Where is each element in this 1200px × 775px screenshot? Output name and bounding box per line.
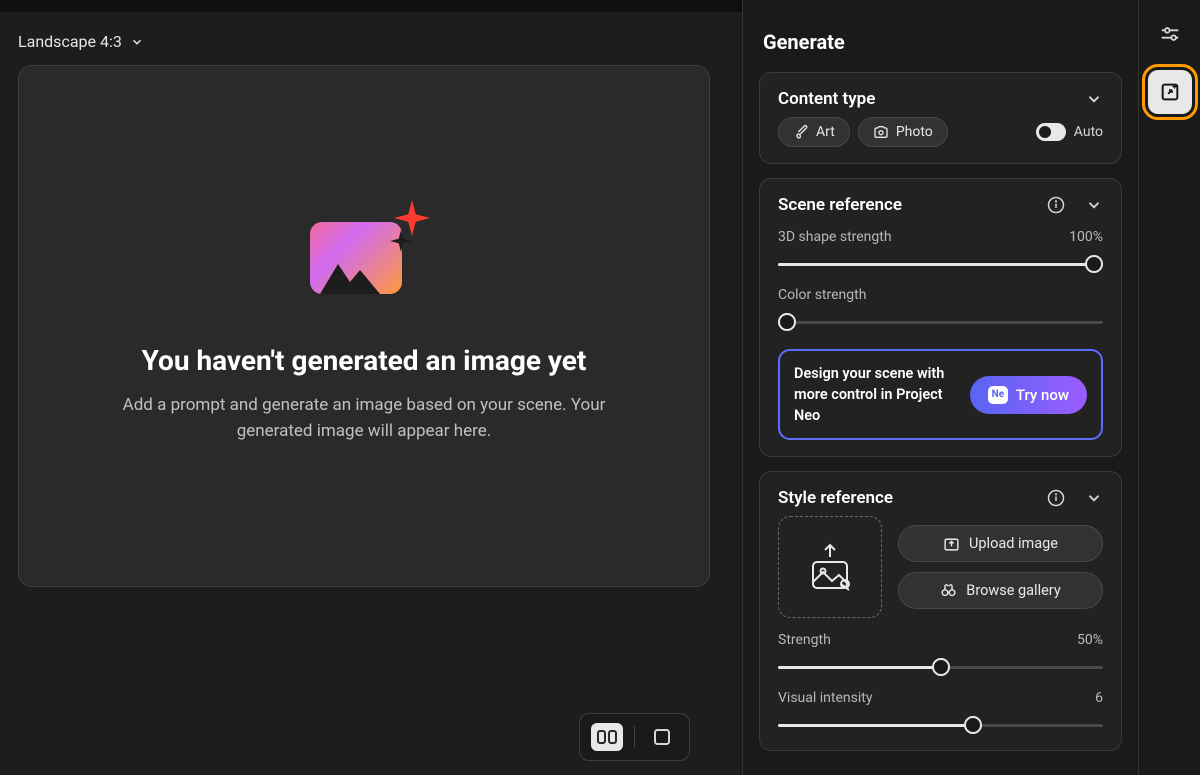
try-now-label: Try now bbox=[1016, 386, 1069, 404]
shape-strength-label: 3D shape strength bbox=[778, 229, 892, 245]
auto-toggle[interactable] bbox=[1036, 123, 1066, 141]
expand-icon bbox=[1159, 81, 1181, 103]
color-strength-label: Color strength bbox=[778, 287, 866, 303]
neo-banner-text: Design your scene with more control in P… bbox=[794, 363, 958, 426]
chevron-down-icon[interactable] bbox=[1085, 90, 1103, 108]
sparkle-large-icon bbox=[394, 200, 430, 236]
panel-title: Generate bbox=[759, 30, 1122, 54]
auto-toggle-label: Auto bbox=[1074, 124, 1103, 140]
brush-icon bbox=[793, 124, 809, 140]
camera-icon bbox=[873, 124, 889, 140]
info-icon[interactable] bbox=[1047, 489, 1065, 507]
aspect-ratio-selector[interactable]: Landscape 4:3 bbox=[18, 26, 742, 57]
reference-dropzone[interactable] bbox=[778, 516, 882, 618]
aspect-ratio-label: Landscape 4:3 bbox=[18, 32, 122, 51]
view-mode-switcher bbox=[579, 713, 690, 761]
style-reference-title: Style reference bbox=[778, 488, 893, 508]
view-divider bbox=[634, 726, 635, 748]
upload-image-label: Upload image bbox=[969, 535, 1058, 552]
chevron-down-icon[interactable] bbox=[1085, 196, 1103, 214]
compare-view-button[interactable] bbox=[591, 723, 623, 751]
shape-strength-value: 100% bbox=[1069, 229, 1103, 245]
color-strength-slider[interactable] bbox=[778, 313, 1103, 331]
mountains-icon bbox=[320, 254, 380, 294]
content-type-card: Content type Art Photo Auto bbox=[759, 72, 1122, 164]
photo-label: Photo bbox=[896, 124, 933, 140]
art-button[interactable]: Art bbox=[778, 117, 850, 147]
main-content: Landscape 4:3 You haven't generated an i… bbox=[0, 12, 742, 775]
shape-strength-slider[interactable] bbox=[778, 255, 1103, 273]
info-icon[interactable] bbox=[1047, 196, 1065, 214]
scene-reference-card: Scene reference 3D shape strength 100% C… bbox=[759, 178, 1122, 457]
visual-intensity-row: Visual intensity 6 bbox=[778, 690, 1103, 734]
photo-button[interactable]: Photo bbox=[858, 117, 948, 147]
settings-button[interactable] bbox=[1148, 12, 1192, 56]
empty-state-illustration bbox=[304, 208, 424, 298]
try-now-button[interactable]: Ne Try now bbox=[970, 376, 1087, 414]
chevron-down-icon[interactable] bbox=[1085, 489, 1103, 507]
chevron-down-icon bbox=[130, 35, 144, 49]
side-rail bbox=[1138, 0, 1200, 775]
main-area: Landscape 4:3 You haven't generated an i… bbox=[0, 0, 742, 775]
upload-image-icon bbox=[805, 542, 855, 592]
visual-intensity-label: Visual intensity bbox=[778, 690, 872, 706]
project-neo-banner: Design your scene with more control in P… bbox=[778, 349, 1103, 440]
upload-icon bbox=[943, 535, 960, 552]
browse-gallery-button[interactable]: Browse gallery bbox=[898, 572, 1103, 609]
neo-badge: Ne bbox=[988, 386, 1008, 404]
upload-image-button[interactable]: Upload image bbox=[898, 525, 1103, 562]
empty-state-title: You haven't generated an image yet bbox=[142, 344, 587, 377]
color-strength-row: Color strength bbox=[778, 287, 1103, 331]
content-type-title: Content type bbox=[778, 89, 875, 109]
shape-strength-row: 3D shape strength 100% bbox=[778, 229, 1103, 273]
scene-reference-title: Scene reference bbox=[778, 195, 902, 215]
style-strength-value: 50% bbox=[1077, 632, 1103, 648]
single-view-button[interactable] bbox=[646, 723, 678, 751]
style-strength-label: Strength bbox=[778, 632, 831, 648]
empty-state-description: Add a prompt and generate an image based… bbox=[84, 393, 644, 444]
generate-rail-button[interactable] bbox=[1148, 70, 1192, 114]
generate-panel: Generate Content type Art Photo Auto Sce… bbox=[742, 0, 1138, 775]
style-reference-card: Style reference Upload image bbox=[759, 471, 1122, 751]
style-strength-slider[interactable] bbox=[778, 658, 1103, 676]
binoculars-icon bbox=[940, 582, 957, 599]
generation-canvas: You haven't generated an image yet Add a… bbox=[18, 65, 710, 587]
visual-intensity-slider[interactable] bbox=[778, 716, 1103, 734]
top-spacer bbox=[0, 0, 742, 12]
visual-intensity-value: 6 bbox=[1095, 690, 1103, 706]
style-strength-row: Strength 50% bbox=[778, 632, 1103, 676]
sliders-icon bbox=[1159, 23, 1181, 45]
browse-gallery-label: Browse gallery bbox=[966, 582, 1060, 599]
art-label: Art bbox=[816, 124, 835, 140]
